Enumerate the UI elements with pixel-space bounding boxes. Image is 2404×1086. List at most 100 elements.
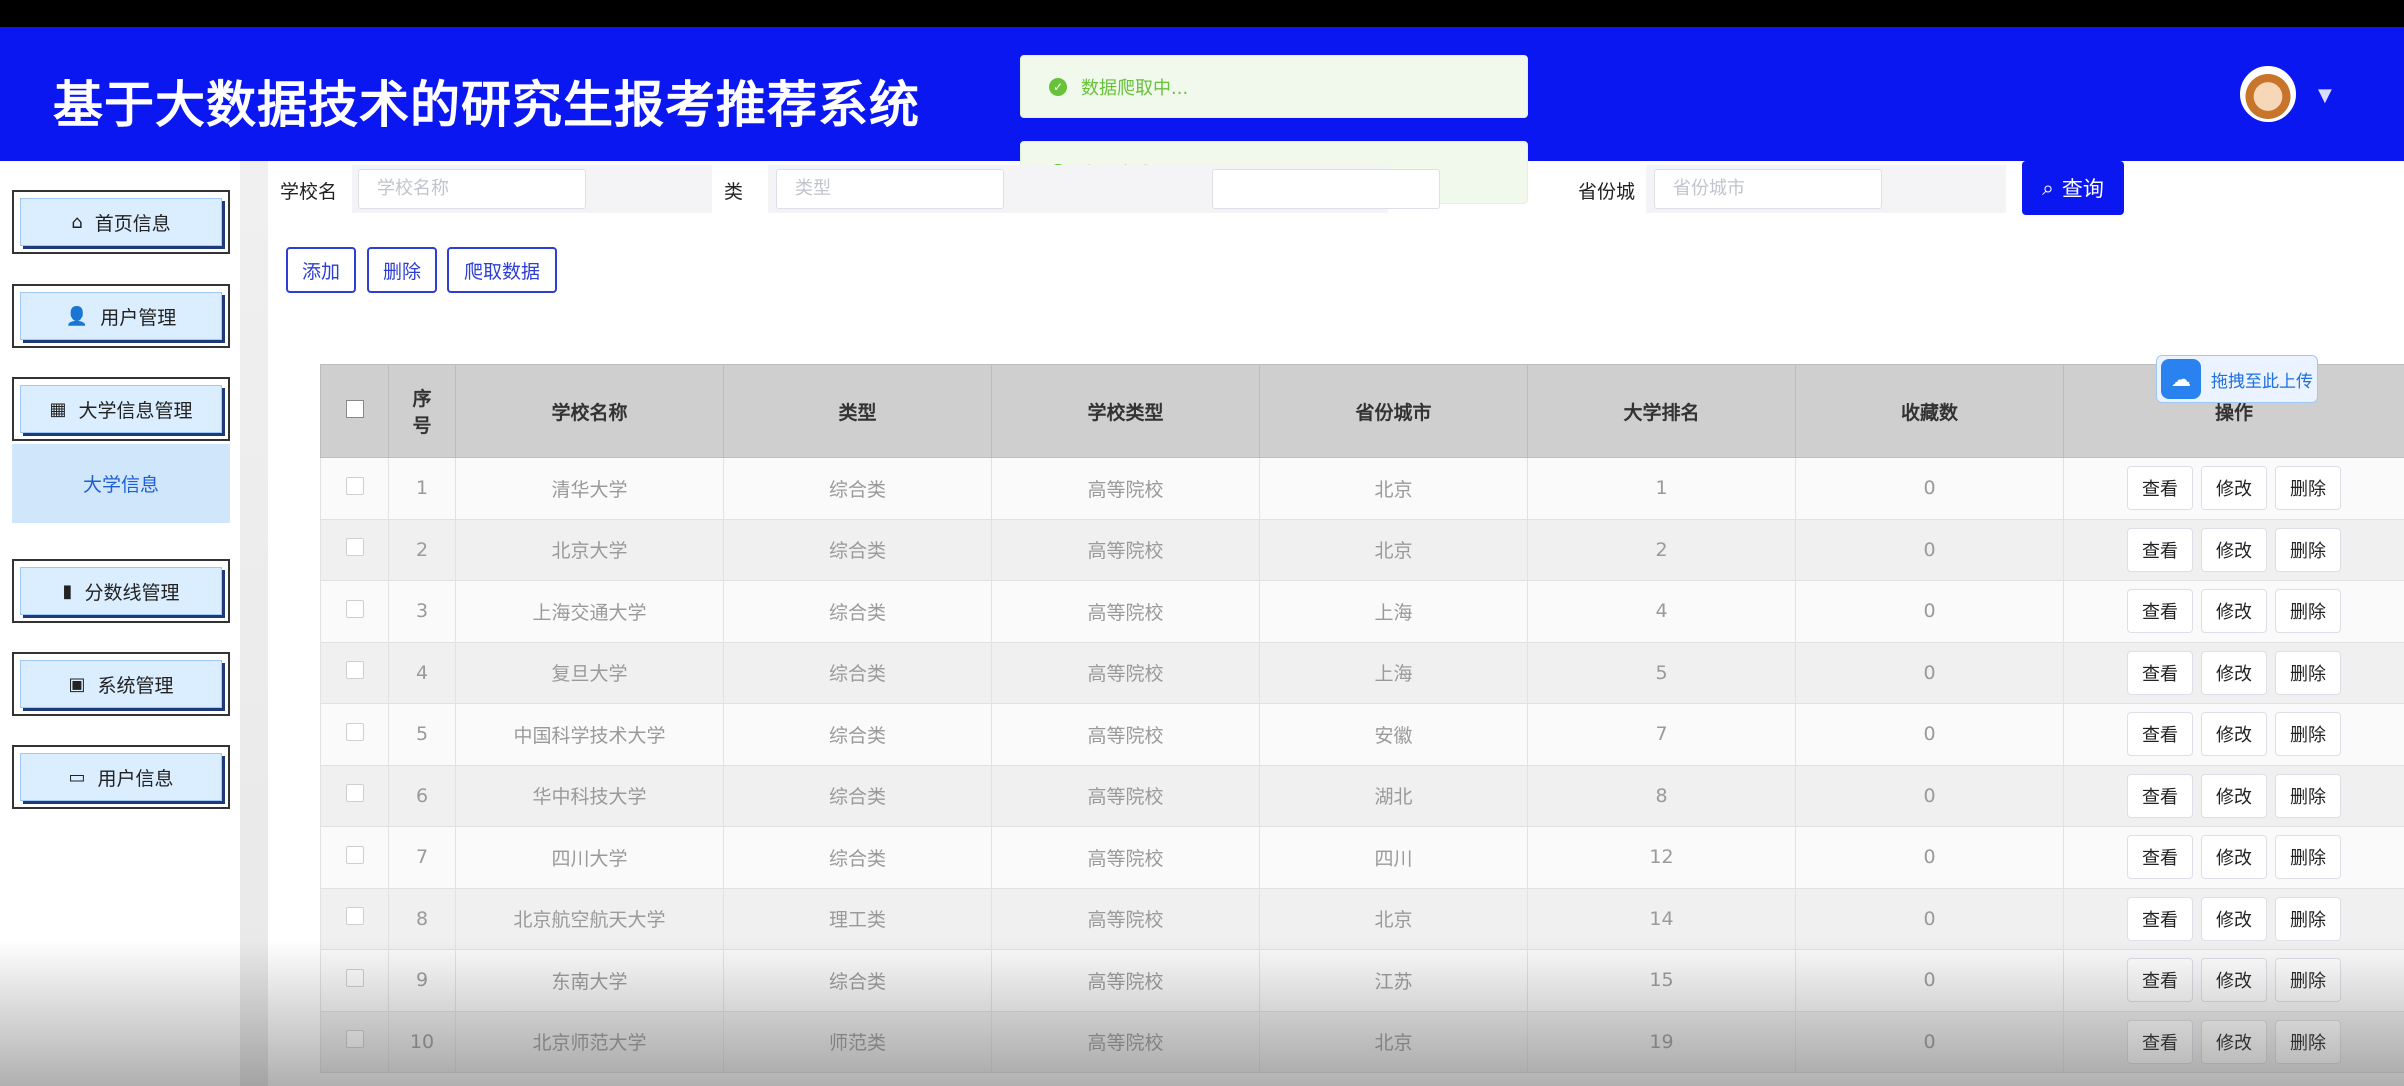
edit-button[interactable]: 修改 — [2201, 958, 2267, 1003]
row-checkbox[interactable] — [320, 764, 389, 827]
view-button[interactable]: 查看 — [2127, 1019, 2193, 1064]
province-cell: 北京 — [1259, 457, 1528, 520]
edit-button[interactable]: 修改 — [2201, 466, 2267, 511]
delete-row-button[interactable]: 删除 — [2275, 712, 2341, 757]
search-icon: ⌕ — [2042, 175, 2054, 200]
row-operations: 查看 修改 删除 — [2063, 949, 2404, 1012]
edit-button[interactable]: 修改 — [2201, 650, 2267, 695]
row-checkbox[interactable] — [320, 703, 389, 766]
drag-upload-tag[interactable]: ☁ 拖拽至此上传 — [2156, 355, 2318, 403]
edit-button[interactable]: 修改 — [2201, 712, 2267, 757]
delete-row-button[interactable]: 删除 — [2275, 835, 2341, 880]
view-button[interactable]: 查看 — [2127, 466, 2193, 511]
sidebar-item-user-info[interactable]: ▭ 用户信息 — [12, 745, 230, 809]
row-checkbox[interactable] — [320, 826, 389, 889]
delete-row-button[interactable]: 删除 — [2275, 589, 2341, 634]
delete-row-button[interactable]: 删除 — [2275, 527, 2341, 572]
row-index: 5 — [388, 703, 456, 766]
row-checkbox[interactable] — [320, 641, 389, 704]
sidebar-item-label: 系统管理 — [97, 674, 174, 697]
row-operations: 查看 修改 删除 — [2063, 887, 2404, 950]
row-checkbox[interactable] — [320, 457, 389, 520]
school-name-cell: 北京师范大学 — [455, 1010, 724, 1073]
school-name-input[interactable]: 学校名称 — [358, 169, 586, 209]
col-header-school-name[interactable]: 学校名称 — [455, 364, 724, 458]
province-cell: 湖北 — [1259, 764, 1528, 827]
school-type-input[interactable] — [1212, 169, 1440, 209]
view-button[interactable]: 查看 — [2127, 896, 2193, 941]
user-icon: 👤 — [65, 305, 89, 327]
view-button[interactable]: 查看 — [2127, 527, 2193, 572]
col-header-type[interactable]: 类型 — [723, 364, 992, 458]
home-icon: ⌂ — [71, 211, 83, 233]
rank-cell: 1 — [1527, 457, 1796, 520]
table-header-row: 序号 学校名称 类型 学校类型 省份城市 大学排名 收藏数 操作 — [320, 364, 2404, 458]
table-row: 4 复旦大学 综合类 高等院校 上海 5 0 查看 修改 删除 — [320, 641, 2404, 704]
row-checkbox[interactable] — [320, 887, 389, 950]
province-input[interactable]: 省份城市 — [1654, 169, 1882, 209]
school-type-cell: 高等院校 — [991, 764, 1260, 827]
edit-button[interactable]: 修改 — [2201, 773, 2267, 818]
school-name-cell: 四川大学 — [455, 826, 724, 889]
view-button[interactable]: 查看 — [2127, 650, 2193, 695]
col-header-rank[interactable]: 大学排名 — [1527, 364, 1796, 458]
edit-button[interactable]: 修改 — [2201, 896, 2267, 941]
favorites-cell: 0 — [1795, 518, 2064, 581]
row-checkbox[interactable] — [320, 1010, 389, 1073]
sidebar-item-score-lines[interactable]: ▮ 分数线管理 — [12, 559, 230, 623]
row-index: 2 — [388, 518, 456, 581]
view-button[interactable]: 查看 — [2127, 589, 2193, 634]
delete-row-button[interactable]: 删除 — [2275, 958, 2341, 1003]
col-header-favorites[interactable]: 收藏数 — [1795, 364, 2064, 458]
rank-cell: 14 — [1527, 887, 1796, 950]
row-checkbox[interactable] — [320, 949, 389, 1012]
view-button[interactable]: 查看 — [2127, 773, 2193, 818]
row-index: 9 — [388, 949, 456, 1012]
grid-icon: ▦ — [49, 398, 67, 420]
sidebar-item-universities[interactable]: ▦ 大学信息管理 — [12, 377, 230, 441]
view-button[interactable]: 查看 — [2127, 712, 2193, 757]
school-type-cell: 高等院校 — [991, 580, 1260, 643]
school-name-cell: 中国科学技术大学 — [455, 703, 724, 766]
favorites-cell: 0 — [1795, 949, 2064, 1012]
col-header-province[interactable]: 省份城市 — [1259, 364, 1528, 458]
row-checkbox[interactable] — [320, 518, 389, 581]
rank-cell: 7 — [1527, 703, 1796, 766]
row-index: 10 — [388, 1010, 456, 1073]
col-header-index: 序号 — [388, 364, 456, 458]
edit-button[interactable]: 修改 — [2201, 589, 2267, 634]
toast-text: 数据爬取中... — [1081, 77, 1189, 99]
row-index: 1 — [388, 457, 456, 520]
edit-button[interactable]: 修改 — [2201, 835, 2267, 880]
school-name-cell: 北京航空航天大学 — [455, 887, 724, 950]
select-all-checkbox[interactable] — [320, 364, 389, 458]
clipboard-icon: ▣ — [68, 673, 86, 695]
chevron-down-icon[interactable]: ▼ — [2318, 85, 2332, 106]
delete-row-button[interactable]: 删除 — [2275, 773, 2341, 818]
edit-button[interactable]: 修改 — [2201, 527, 2267, 572]
user-avatar[interactable] — [2240, 66, 2296, 122]
sidebar-item-home[interactable]: ⌂ 首页信息 — [12, 190, 230, 254]
province-cell: 江苏 — [1259, 949, 1528, 1012]
delete-button[interactable]: 删除 — [367, 247, 437, 293]
delete-row-button[interactable]: 删除 — [2275, 466, 2341, 511]
rank-cell: 12 — [1527, 826, 1796, 889]
sidebar-item-users[interactable]: 👤 用户管理 — [12, 284, 230, 348]
view-button[interactable]: 查看 — [2127, 958, 2193, 1003]
province-cell: 上海 — [1259, 641, 1528, 704]
sidebar-item-system[interactable]: ▣ 系统管理 — [12, 652, 230, 716]
search-button[interactable]: ⌕ 查询 — [2022, 161, 2124, 215]
edit-button[interactable]: 修改 — [2201, 1019, 2267, 1064]
col-header-school-type[interactable]: 学校类型 — [991, 364, 1260, 458]
delete-row-button[interactable]: 删除 — [2275, 1019, 2341, 1064]
crawl-data-button[interactable]: 爬取数据 — [447, 247, 557, 293]
row-checkbox[interactable] — [320, 580, 389, 643]
delete-row-button[interactable]: 删除 — [2275, 896, 2341, 941]
type-input[interactable]: 类型 — [776, 169, 1004, 209]
school-name-cell: 北京大学 — [455, 518, 724, 581]
view-button[interactable]: 查看 — [2127, 835, 2193, 880]
add-button[interactable]: 添加 — [286, 247, 356, 293]
check-circle-icon: ✓ — [1049, 77, 1067, 96]
submenu-university-info[interactable]: 大学信息 — [12, 444, 230, 523]
delete-row-button[interactable]: 删除 — [2275, 650, 2341, 695]
